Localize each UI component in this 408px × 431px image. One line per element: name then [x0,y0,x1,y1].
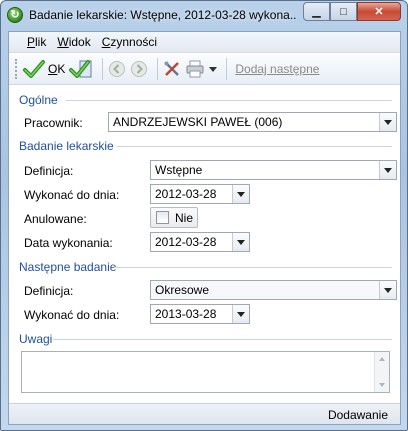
menu-bar: Plik Widok Czynności [9,32,400,53]
toolbar: OK Dodaj następne [9,54,400,85]
section-general-title: Ogólne [19,93,58,107]
done-date-picker[interactable]: 2012-03-28 [150,232,250,252]
tools-button[interactable] [163,57,181,81]
section-exam-title: Badanie lekarskie [19,139,114,153]
section-divider [53,339,392,340]
employee-dropdown-button[interactable] [379,113,396,131]
section-divider [117,146,392,147]
dialog-window: ↻ Badanie lekarskie: Wstępne, 2012-03-28… [0,0,408,431]
print-dropdown-icon[interactable] [209,66,218,72]
exam-definition-value: Wstępne [155,163,203,177]
minimize-icon: ▁ [312,6,321,18]
maximize-icon: □ [340,5,347,18]
cancelled-value: Nie [175,210,194,225]
exam-definition-combo[interactable]: Wstępne [150,160,397,180]
status-mode: Dodawanie [327,408,388,422]
tools-icon [164,61,180,76]
scroll-down-icon[interactable] [379,383,385,387]
ok-label: OK [48,62,66,76]
chevron-down-icon [384,167,392,173]
window-title: Badanie lekarskie: Wstępne, 2012-03-28 w… [29,8,297,22]
checkbox-box[interactable] [156,211,169,224]
done-date-value: 2012-03-28 [155,235,217,249]
title-bar[interactable]: ↻ Badanie lekarskie: Wstępne, 2012-03-28… [1,1,407,29]
exam-definition-label: Definicja: [24,164,74,178]
employee-combo[interactable]: ANDRZEJEWSKI PAWEŁ (006) [108,112,397,132]
close-button[interactable]: ✕ [357,2,401,21]
section-next-title: Następne badanie [19,260,117,274]
menu-widok[interactable]: Widok [57,35,90,49]
printer-icon [186,60,204,78]
forward-icon [131,61,148,77]
cancelled-label: Anulowane: [24,212,87,226]
exam-definition-dropdown-button[interactable] [379,161,396,179]
checkmark-icon [23,60,45,78]
app-icon[interactable]: ↻ [7,7,23,23]
add-next-label: Dodaj następne [235,62,320,76]
scroll-up-icon[interactable] [379,357,385,361]
next-definition-value: Okresowe [155,283,210,297]
close-icon: ✕ [374,6,384,18]
next-definition-combo[interactable]: Okresowe [150,280,397,300]
ok-button[interactable]: OK [23,57,65,81]
chevron-down-icon [237,239,245,245]
minimize-button[interactable]: ▁ [303,2,330,21]
toolbar-separator [102,58,104,80]
maximize-button[interactable]: □ [330,2,357,21]
done-date-dropdown-button[interactable] [232,233,249,251]
chevron-down-icon [384,119,392,125]
next-definition-label: Definicja: [24,284,74,298]
next-due-value: 2013-03-28 [155,307,217,321]
checkmark-save-icon [69,60,92,78]
next-due-label: Wykonać do dnia: [24,308,120,322]
section-divider [114,267,392,268]
print-button[interactable] [185,57,218,81]
toolbar-separator [157,58,159,80]
toolbar-separator [226,58,228,80]
exam-due-dropdown-button[interactable] [232,185,249,203]
next-due-date-picker[interactable]: 2013-03-28 [150,304,250,324]
employee-label: Pracownik: [24,116,83,130]
exam-due-value: 2012-03-28 [155,187,217,201]
next-definition-dropdown-button[interactable] [379,281,396,299]
notes-scrollbar[interactable] [374,352,389,392]
exam-due-label: Wykonać do dnia: [24,188,120,202]
back-button[interactable] [108,57,126,81]
employee-value: ANDRZEJEWSKI PAWEŁ (006) [113,115,283,129]
done-date-label: Data wykonania: [24,236,113,250]
add-next-button[interactable]: Dodaj następne [232,57,319,81]
menu-czynnosci[interactable]: Czynności [102,35,157,49]
exam-due-date-picker[interactable]: 2012-03-28 [150,184,250,204]
forward-button[interactable] [130,57,148,81]
section-divider [66,100,392,101]
section-notes-title: Uwagi [19,332,53,346]
status-bar: Dodawanie [9,403,400,424]
back-icon [109,61,126,77]
chevron-down-icon [384,287,392,293]
cancelled-checkbox[interactable]: Nie [150,207,198,228]
save-and-continue-button[interactable] [69,57,93,81]
client-area: Plik Widok Czynności OK Dodaj następne O… [8,31,401,425]
next-due-dropdown-button[interactable] [232,305,249,323]
notes-textarea[interactable] [21,351,390,393]
chevron-down-icon [237,311,245,317]
menu-plik[interactable]: Plik [27,35,46,49]
toolbar-grip[interactable] [15,59,18,79]
chevron-down-icon [237,191,245,197]
